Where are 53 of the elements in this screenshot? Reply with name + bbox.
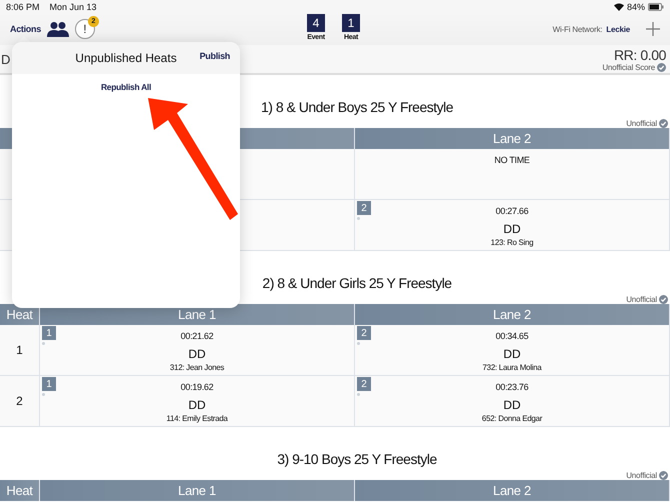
people-icon[interactable] (46, 21, 69, 37)
result-time: 00:19.62 (180, 381, 214, 394)
result-code: DD (503, 346, 521, 363)
battery-percent: 84% (626, 2, 645, 12)
swimmer-name: 123: Ro Sing (490, 238, 534, 247)
event-status: Unofficial (626, 471, 657, 480)
swimmer-name: 312: Jean Jones (170, 363, 224, 372)
result-code: DD (188, 346, 206, 363)
result-time: 00:21.62 (180, 330, 214, 343)
actions-button[interactable]: Actions (10, 24, 41, 34)
column-header: Lane 2 (355, 480, 670, 501)
result-code: DD (503, 397, 521, 414)
republish-all-link[interactable]: Republish All (100, 82, 152, 92)
event-status: Unofficial (626, 295, 657, 304)
swimmer-name: 114: Emily Estrada (166, 414, 228, 423)
event-title: 2) 8 & Under Girls 25 Y Freestyle (261, 274, 453, 293)
column-header: Lane 1 (40, 480, 355, 501)
plus-icon[interactable] (646, 22, 660, 36)
heat-number[interactable]: 1 (342, 14, 360, 32)
result-time: NO TIME (494, 154, 530, 167)
result-time: 00:27.66 (496, 205, 528, 218)
lane-badge: 1 (42, 326, 56, 340)
wifi-icon (614, 2, 624, 10)
battery-icon (648, 2, 664, 10)
lane-badge: 2 (357, 326, 371, 340)
header-text: D (1, 52, 10, 66)
publish-button[interactable]: Publish (200, 51, 230, 61)
event-number[interactable]: 4 (307, 14, 325, 32)
rr-score: RR: 0.00 (614, 46, 666, 62)
event-title: 1) 8 & Under Boys 25 Y Freestyle (260, 98, 454, 117)
wifi-network-name: Leckie (606, 24, 630, 34)
event-title: 3) 9-10 Boys 25 Y Freestyle (276, 450, 438, 469)
event-status: Unofficial (626, 119, 657, 128)
result-code: DD (188, 397, 206, 414)
heat-cell: 2 (0, 376, 40, 427)
column-header: Lane 2 (355, 304, 670, 325)
status-time: 8:06 PM (6, 2, 40, 12)
score-status: Unofficial Score (602, 62, 655, 72)
swimmer-name: 732: Laura Molina (482, 363, 542, 372)
lane-badge: 2 (357, 201, 371, 215)
result-time: 00:34.65 (496, 330, 528, 343)
result-code: DD (503, 221, 521, 238)
status-date: Mon Jun 13 (50, 2, 97, 12)
swimmer-name: 652: Donna Edgar (482, 414, 542, 423)
wifi-network-label: Wi-Fi Network: (552, 24, 602, 34)
result-time: 00:23.76 (496, 381, 528, 394)
lane-badge: 2 (357, 377, 371, 391)
popover-title: Unpublished Heats (75, 51, 177, 65)
check-icon (657, 62, 666, 72)
column-header: Heat (0, 480, 40, 501)
lane-badge: 1 (42, 377, 56, 391)
column-header: Lane 2 (355, 128, 670, 149)
heat-cell: 1 (0, 325, 40, 376)
